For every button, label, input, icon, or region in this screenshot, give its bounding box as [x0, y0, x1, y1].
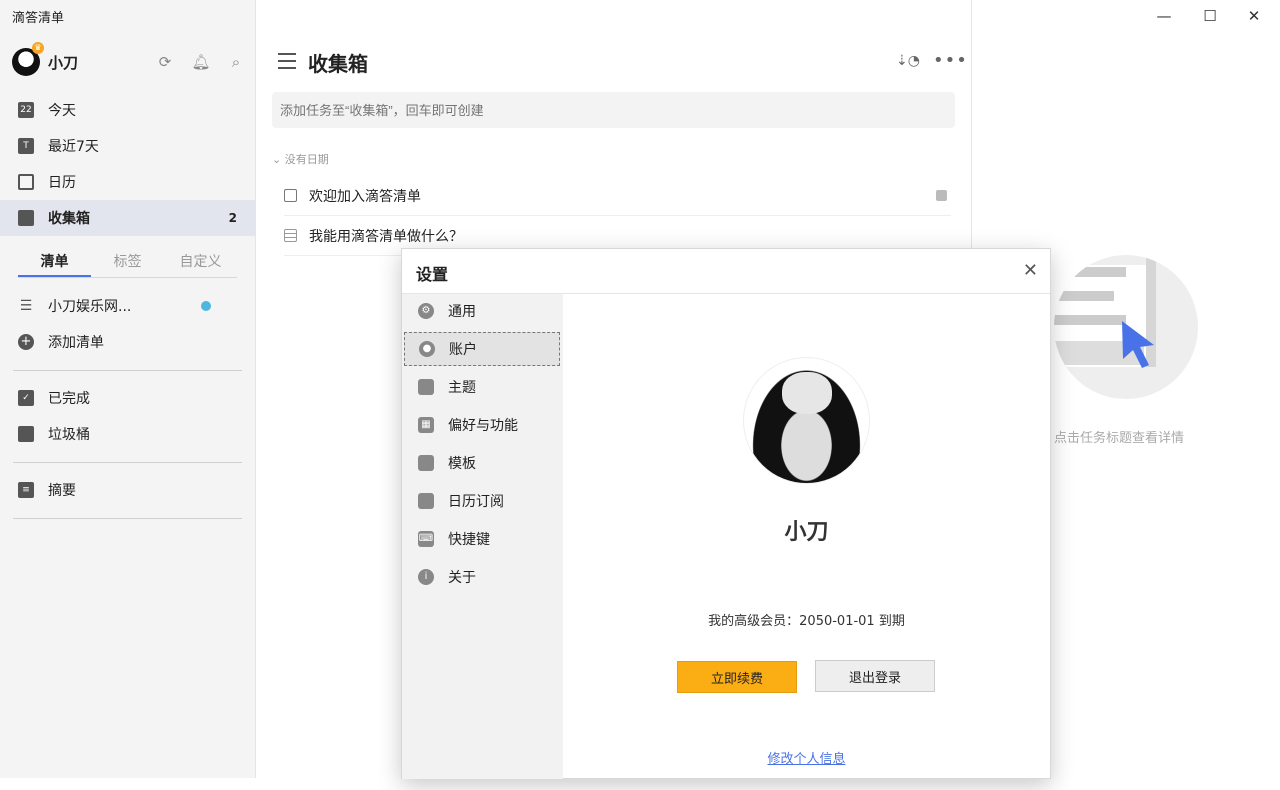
section-label: 没有日期	[284, 153, 329, 166]
nav-label: 垃圾桶	[48, 427, 90, 443]
menu-template[interactable]: 模板	[404, 446, 560, 480]
page-title: 收集箱	[308, 52, 368, 76]
empty-illustration	[1054, 255, 1198, 399]
divider	[13, 462, 242, 463]
task-checkbox[interactable]	[284, 189, 297, 202]
list-color-dot	[201, 301, 211, 311]
avatar[interactable]	[743, 357, 870, 484]
logout-button[interactable]: 退出登录	[815, 660, 935, 692]
nav-calendar[interactable]: 日历	[0, 164, 255, 200]
tab-tags[interactable]: 标签	[91, 250, 164, 277]
trash-icon	[18, 426, 34, 442]
search-icon[interactable]: ⌕	[226, 52, 246, 72]
sidebar-tabs: 清单 标签 自定义	[18, 250, 237, 278]
sidebar: 滴答清单 ♛ 小刀 ⟳ 🔔︎ ⌕ 22 今天 T 最近7天 日历 收集箱 2 清…	[0, 0, 256, 778]
inbox-count: 2	[228, 211, 237, 225]
more-icon[interactable]: •••	[933, 50, 968, 71]
note-icon	[936, 190, 947, 201]
task-row[interactable]: 欢迎加入滴答清单	[284, 176, 951, 216]
menu-label: 主题	[448, 380, 476, 396]
nav-trash[interactable]: 垃圾桶	[0, 416, 255, 452]
list-icon: ☰	[19, 298, 33, 314]
keyboard-icon: ⌨	[418, 531, 434, 547]
menu-about[interactable]: i 关于	[404, 560, 560, 594]
nav-label: 已完成	[48, 391, 90, 407]
dialog-title: 设置	[416, 265, 449, 284]
membership-status: 我的高级会员：2050-01-01 到期	[708, 614, 905, 629]
grid-icon: ▦	[418, 417, 434, 433]
nav-summary[interactable]: ≡ 摘要	[0, 472, 255, 508]
nav-next7days[interactable]: T 最近7天	[0, 128, 255, 164]
menu-label: 账户	[449, 342, 477, 358]
menu-preferences[interactable]: ▦ 偏好与功能	[404, 408, 560, 442]
profile-name: 小刀	[784, 520, 829, 545]
nav-label: 今天	[48, 103, 76, 119]
gear-icon: ⚙	[418, 303, 434, 319]
menu-account[interactable]: ● 账户	[404, 332, 560, 366]
nav-label: 摘要	[48, 483, 76, 499]
add-list-button[interactable]: + 添加清单	[0, 324, 255, 360]
nav-today[interactable]: 22 今天	[0, 92, 255, 128]
avatar[interactable]: ♛	[12, 42, 44, 76]
divider	[13, 518, 242, 519]
nav-label: 最近7天	[48, 139, 99, 155]
tab-lists[interactable]: 清单	[18, 250, 91, 277]
account-panel: 小刀 我的高级会员：2050-01-01 到期 立即续费 退出登录 修改个人信息	[563, 293, 1050, 779]
crown-icon: ♛	[32, 42, 44, 54]
edit-profile-link[interactable]: 修改个人信息	[563, 748, 1050, 767]
section-header[interactable]: ⌄ 没有日期	[272, 151, 329, 167]
user-icon: ●	[419, 341, 435, 357]
renew-button[interactable]: 立即续费	[677, 661, 797, 693]
calendar-22-icon: 22	[18, 102, 34, 118]
nav-completed[interactable]: ✓ 已完成	[0, 380, 255, 416]
tab-custom[interactable]: 自定义	[164, 250, 237, 277]
close-icon[interactable]: ✕	[1023, 260, 1038, 281]
info-icon: i	[418, 569, 434, 585]
add-list-label: 添加清单	[48, 335, 104, 351]
task-title[interactable]: 我能用滴答清单做什么？	[309, 226, 463, 246]
menu-shortcuts[interactable]: ⌨ 快捷键	[404, 522, 560, 556]
menu-label: 模板	[448, 456, 476, 472]
menu-label: 偏好与功能	[448, 418, 518, 434]
divider	[13, 370, 242, 371]
task-title[interactable]: 欢迎加入滴答清单	[309, 186, 421, 206]
theme-icon	[418, 379, 434, 395]
menu-label: 快捷键	[448, 532, 490, 548]
nav-inbox[interactable]: 收集箱 2	[0, 200, 255, 236]
calendar-icon	[18, 174, 34, 190]
sort-icon[interactable]: ⇣◔	[896, 53, 920, 69]
empty-hint: 点击任务标题查看详情	[1054, 431, 1185, 446]
menu-calendar-subscription[interactable]: 日历订阅	[404, 484, 560, 518]
calendar-rss-icon	[418, 493, 434, 509]
avatar-face	[782, 372, 832, 414]
menu-label: 关于	[448, 570, 476, 586]
calendar-t-icon: T	[18, 138, 34, 154]
close-icon[interactable]: ✕	[1242, 5, 1266, 27]
menu-toggle-icon[interactable]	[278, 53, 296, 69]
user-profile[interactable]: ♛ 小刀	[12, 42, 252, 80]
plus-icon: +	[18, 334, 34, 350]
maximize-icon[interactable]: ☐	[1198, 5, 1222, 27]
username: 小刀	[48, 53, 79, 72]
minimize-icon[interactable]: —	[1152, 5, 1176, 27]
note-checkbox-icon[interactable]	[284, 229, 297, 242]
add-task-input[interactable]	[272, 92, 955, 128]
nav-label: 日历	[48, 175, 76, 191]
settings-menu: ⚙ 通用 ● 账户 主题 ▦ 偏好与功能 模板 日历订阅 ⌨ 快捷键 i 关于	[402, 293, 563, 779]
menu-label: 通用	[448, 304, 476, 320]
template-icon	[418, 455, 434, 471]
list-label: 小刀娱乐网...	[48, 299, 132, 315]
sidebar-list-item[interactable]: ☰ 小刀娱乐网...	[0, 288, 255, 324]
menu-theme[interactable]: 主题	[404, 370, 560, 404]
nav-label: 收集箱	[48, 211, 90, 227]
menu-label: 日历订阅	[448, 494, 504, 510]
menu-general[interactable]: ⚙ 通用	[404, 294, 560, 328]
app-title: 滴答清单	[12, 11, 65, 26]
summary-icon: ≡	[18, 482, 34, 498]
inbox-icon	[18, 210, 34, 226]
sync-icon[interactable]: ⟳	[155, 52, 175, 72]
checkbox-icon: ✓	[18, 390, 34, 406]
settings-dialog: 设置 ✕ ⚙ 通用 ● 账户 主题 ▦ 偏好与功能 模板 日历订阅 ⌨ 快捷键	[401, 248, 1051, 779]
bell-icon[interactable]: 🔔︎	[191, 52, 211, 72]
